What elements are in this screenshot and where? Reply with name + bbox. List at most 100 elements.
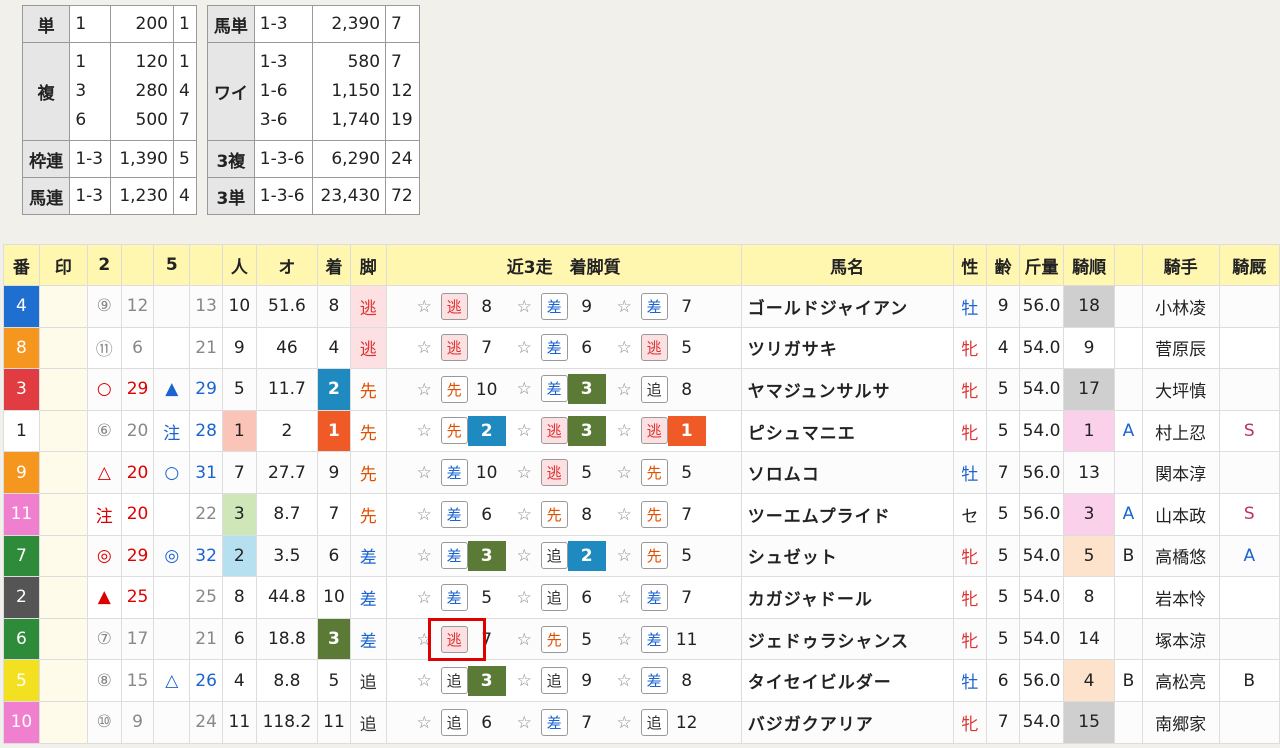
payout-combo: 1-3 <box>253 5 313 43</box>
jockey-name[interactable]: 村上忍 <box>1141 409 1220 453</box>
star-icon[interactable]: ☆ <box>517 463 541 483</box>
horse-name[interactable]: ソロムコ <box>740 451 954 494</box>
col-header-chaku[interactable]: 着 <box>317 244 351 286</box>
mark-input-cell[interactable] <box>38 659 88 702</box>
star-icon[interactable]: ☆ <box>617 421 641 441</box>
horse-name[interactable]: カガジャドール <box>740 576 954 619</box>
horse-name[interactable]: ジェドゥラシャンス <box>740 617 954 661</box>
col-header-age[interactable]: 齢 <box>986 244 1021 286</box>
col-header-5[interactable]: 5 <box>153 244 191 286</box>
star-icon[interactable]: ☆ <box>517 671 541 691</box>
table-row[interactable]: 1 ⑥ 20 注 28 1 2 1 先 ☆ 先 2 ☆ 逃 3 ☆ 逃 1 ピシュマニエ牝 5 54.0 1 A 村上忍 S <box>3 409 1280 453</box>
star-icon[interactable]: ☆ <box>417 713 441 733</box>
horse-name[interactable]: ツーエムプライド <box>740 492 954 536</box>
star-icon[interactable]: ☆ <box>417 588 441 608</box>
weight: 54.0 <box>1019 700 1065 744</box>
jockey-name[interactable]: 山本政 <box>1141 492 1220 536</box>
table-row[interactable]: 10 ⑩ 9 24 11 118.2 11 追 ☆ 追 6 ☆ 差 7 ☆ 追 12 バジガクアリア牝 7 54.0 1… <box>3 700 1280 744</box>
col-header-odds[interactable]: オ <box>255 244 319 286</box>
star-icon[interactable]: ☆ <box>617 671 641 691</box>
star-icon[interactable]: ☆ <box>517 713 541 733</box>
star-icon[interactable]: ☆ <box>517 546 541 566</box>
mark-input-cell[interactable] <box>38 492 88 536</box>
col-header-name[interactable]: 馬名 <box>740 244 954 286</box>
star-icon[interactable]: ☆ <box>417 338 441 358</box>
value-5: 22 <box>189 492 223 536</box>
star-icon[interactable]: ☆ <box>417 421 441 441</box>
horse-name[interactable]: ツリガサキ <box>740 326 954 370</box>
jockey-name[interactable]: 高松亮 <box>1141 659 1220 702</box>
mark-input-cell[interactable] <box>38 534 88 578</box>
table-row[interactable]: 3 ○ 29 ▲ 29 5 11.7 2 先 ☆ 先 10 ☆ 差 3 ☆ 追 8 ヤマジュンサルサ牝 5 54.0 17… <box>3 368 1280 411</box>
col-header-ban[interactable]: 番 <box>3 244 40 286</box>
star-icon[interactable]: ☆ <box>417 505 441 525</box>
star-icon[interactable]: ☆ <box>617 713 641 733</box>
mark-input-cell[interactable] <box>38 285 88 328</box>
star-icon[interactable]: ☆ <box>617 630 641 650</box>
table-row[interactable]: 7 ◎ 29 ◎ 32 2 3.5 6 差 ☆ 差 3 ☆ 追 2 ☆ 先 5 シュゼット牝 5 54.0 5 B 高橋悠 A <box>3 534 1280 578</box>
jockey-name[interactable]: 岩本怜 <box>1141 576 1220 619</box>
star-icon[interactable]: ☆ <box>417 463 441 483</box>
horse-name[interactable]: ヤマジュンサルサ <box>740 368 954 411</box>
col-header-kinryo[interactable]: 斤量 <box>1019 244 1065 286</box>
sex: 牝 <box>952 700 988 744</box>
table-row[interactable]: 2 ▲ 25 25 8 44.8 10 差 ☆ 差 5 ☆ 追 6 ☆ 差 7 カガジャドール牝 5 54.0 8 岩本怜 <box>3 576 1280 619</box>
col-header-kyaku[interactable]: 脚 <box>349 244 387 286</box>
col-header-2[interactable]: 2 <box>86 244 122 286</box>
horse-name[interactable]: ピシュマニエ <box>740 409 954 453</box>
star-icon[interactable]: ☆ <box>617 297 641 317</box>
col-header-kijun[interactable]: 騎順 <box>1063 244 1116 286</box>
star-icon[interactable]: ☆ <box>517 421 541 441</box>
star-icon[interactable]: ☆ <box>417 380 441 400</box>
jockey-name[interactable]: 小林凌 <box>1141 285 1220 328</box>
payout-amount: 200 <box>110 5 174 43</box>
table-row[interactable]: 5 ⑧ 15 △ 26 4 8.8 5 追 ☆ 追 3 ☆ 追 9 ☆ 差 8 タイセイビルダー牡 6 56.0 4 B 高松… <box>3 659 1280 702</box>
table-row[interactable]: 11 注 20 22 3 8.7 7 先 ☆ 差 6 ☆ 先 8 ☆ 先 7 ツーエムプライドセ 5 56.0 3 A 山本… <box>3 492 1280 536</box>
col-header-shirushi[interactable]: 印 <box>38 244 88 286</box>
star-icon[interactable]: ☆ <box>417 297 441 317</box>
table-row[interactable]: 8 ⑪ 6 21 9 46 4 逃 ☆ 逃 7 ☆ 差 6 ☆ 逃 5 ツリガサキ牝 4 54.0 9 菅原辰 <box>3 326 1280 370</box>
mark-input-cell[interactable] <box>38 451 88 494</box>
star-icon[interactable]: ☆ <box>517 338 541 358</box>
star-icon[interactable]: ☆ <box>617 546 641 566</box>
star-icon[interactable]: ☆ <box>617 588 641 608</box>
mark-input-cell[interactable] <box>38 326 88 370</box>
mark-input-cell[interactable] <box>38 617 88 661</box>
col-header-sex[interactable]: 性 <box>952 244 988 286</box>
col-header-recent[interactable]: 近3走 着脚質 <box>385 244 742 286</box>
star-icon[interactable]: ☆ <box>617 338 641 358</box>
star-icon[interactable]: ☆ <box>517 630 541 650</box>
star-icon[interactable]: ☆ <box>517 588 541 608</box>
col-header-kikyu[interactable]: 騎厩 <box>1218 244 1280 286</box>
star-icon[interactable]: ☆ <box>617 505 641 525</box>
star-icon[interactable]: ☆ <box>517 297 541 317</box>
table-row[interactable]: 6 ⑦ 17 21 6 18.8 3 差 ☆ 逃 7 ☆ 先 5 ☆ 差 11 ジェドゥラシャンス牝 5 54.0 14… <box>3 617 1280 661</box>
mark-input-cell[interactable] <box>38 409 88 453</box>
col-header-jockey[interactable]: 騎手 <box>1141 244 1220 286</box>
mark-input-cell[interactable] <box>38 368 88 411</box>
jockey-name[interactable]: 南郷家 <box>1141 700 1220 744</box>
horse-name[interactable]: バジガクアリア <box>740 700 954 744</box>
star-icon[interactable]: ☆ <box>417 630 441 650</box>
payout-popularity: 5 <box>172 140 198 178</box>
mark-input-cell[interactable] <box>38 700 88 744</box>
star-icon[interactable]: ☆ <box>517 379 541 399</box>
mark-input-cell[interactable] <box>38 576 88 619</box>
horse-name[interactable]: タイセイビルダー <box>740 659 954 702</box>
horse-name[interactable]: シュゼット <box>740 534 954 578</box>
jockey-name[interactable]: 大坪慎 <box>1141 368 1220 411</box>
star-icon[interactable]: ☆ <box>617 463 641 483</box>
jockey-name[interactable]: 高橋悠 <box>1141 534 1220 578</box>
recent-finish: 5 <box>681 338 693 359</box>
jockey-name[interactable]: 塚本涼 <box>1141 617 1220 661</box>
col-header-ninki[interactable]: 人 <box>221 244 257 286</box>
star-icon[interactable]: ☆ <box>417 546 441 566</box>
jockey-name[interactable]: 関本淳 <box>1141 451 1220 494</box>
table-row[interactable]: 4 ⑨ 12 13 10 51.6 8 逃 ☆ 逃 8 ☆ 差 9 ☆ 差 7 ゴールドジャイアン牡 9 56.0 18… <box>3 285 1280 328</box>
jockey-name[interactable]: 菅原辰 <box>1141 326 1220 370</box>
horse-name[interactable]: ゴールドジャイアン <box>740 285 954 328</box>
star-icon[interactable]: ☆ <box>517 505 541 525</box>
table-row[interactable]: 9 △ 20 ○ 31 7 27.7 9 先 ☆ 差 10 ☆ 逃 5 ☆ 先 5 ソロムコ牡 7 56.0 13 関本淳 <box>3 451 1280 494</box>
star-icon[interactable]: ☆ <box>617 380 641 400</box>
star-icon[interactable]: ☆ <box>417 671 441 691</box>
